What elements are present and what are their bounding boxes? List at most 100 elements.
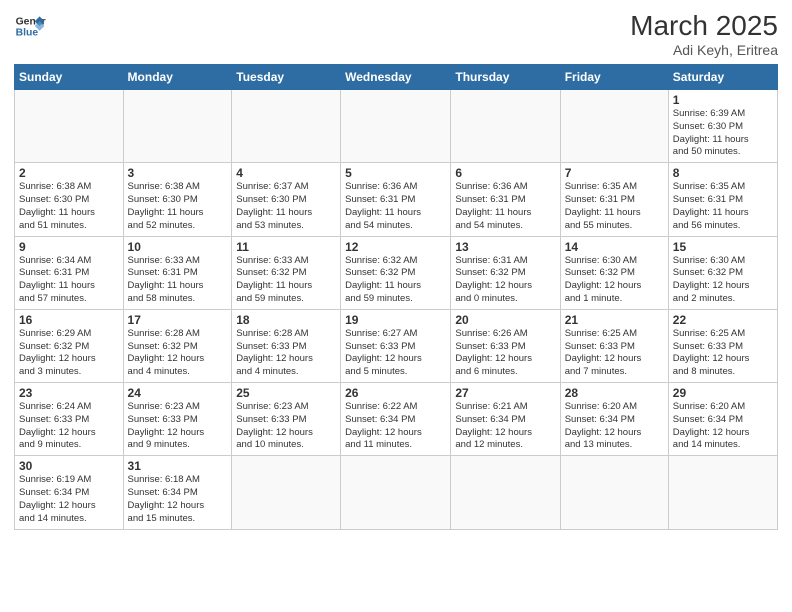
svg-text:Blue: Blue (16, 28, 39, 39)
day-info: Sunrise: 6:27 AM Sunset: 6:33 PM Dayligh… (345, 328, 446, 379)
calendar-week-row: 23Sunrise: 6:24 AM Sunset: 6:33 PM Dayli… (15, 383, 778, 456)
day-info: Sunrise: 6:23 AM Sunset: 6:33 PM Dayligh… (128, 401, 228, 452)
day-info: Sunrise: 6:36 AM Sunset: 6:31 PM Dayligh… (345, 181, 446, 232)
calendar-cell (232, 456, 341, 529)
calendar-cell: 1Sunrise: 6:39 AM Sunset: 6:30 PM Daylig… (668, 90, 777, 163)
day-number: 16 (19, 313, 119, 327)
calendar-cell: 19Sunrise: 6:27 AM Sunset: 6:33 PM Dayli… (341, 309, 451, 382)
calendar-cell: 28Sunrise: 6:20 AM Sunset: 6:34 PM Dayli… (560, 383, 668, 456)
day-info: Sunrise: 6:31 AM Sunset: 6:32 PM Dayligh… (455, 255, 555, 306)
day-info: Sunrise: 6:30 AM Sunset: 6:32 PM Dayligh… (565, 255, 664, 306)
day-info: Sunrise: 6:29 AM Sunset: 6:32 PM Dayligh… (19, 328, 119, 379)
calendar-cell: 7Sunrise: 6:35 AM Sunset: 6:31 PM Daylig… (560, 163, 668, 236)
calendar-cell: 25Sunrise: 6:23 AM Sunset: 6:33 PM Dayli… (232, 383, 341, 456)
day-number: 23 (19, 386, 119, 400)
day-info: Sunrise: 6:19 AM Sunset: 6:34 PM Dayligh… (19, 474, 119, 525)
calendar-cell: 31Sunrise: 6:18 AM Sunset: 6:34 PM Dayli… (123, 456, 232, 529)
logo-icon: General Blue (14, 10, 46, 42)
day-info: Sunrise: 6:38 AM Sunset: 6:30 PM Dayligh… (128, 181, 228, 232)
day-number: 29 (673, 386, 773, 400)
calendar-week-row: 2 Sunrise: 6:38 AM Sunset: 6:30 PM Daylig… (15, 163, 778, 236)
day-info: Sunrise: 6:20 AM Sunset: 6:34 PM Dayligh… (565, 401, 664, 452)
calendar-cell (341, 90, 451, 163)
calendar-cell: 23Sunrise: 6:24 AM Sunset: 6:33 PM Dayli… (15, 383, 124, 456)
calendar-cell (560, 456, 668, 529)
calendar-cell: 4Sunrise: 6:37 AM Sunset: 6:30 PM Daylig… (232, 163, 341, 236)
calendar-cell: 16Sunrise: 6:29 AM Sunset: 6:32 PM Dayli… (15, 309, 124, 382)
day-number: 15 (673, 240, 773, 254)
calendar-cell: 26Sunrise: 6:22 AM Sunset: 6:34 PM Dayli… (341, 383, 451, 456)
day-number: 10 (128, 240, 228, 254)
weekday-header-friday: Friday (560, 65, 668, 90)
day-info: Sunrise: 6:39 AM Sunset: 6:30 PM Dayligh… (673, 108, 773, 159)
calendar-cell: 27Sunrise: 6:21 AM Sunset: 6:34 PM Dayli… (451, 383, 560, 456)
day-info: Sunrise: 6:24 AM Sunset: 6:33 PM Dayligh… (19, 401, 119, 452)
calendar-cell (451, 90, 560, 163)
day-info: Sunrise: 6:26 AM Sunset: 6:33 PM Dayligh… (455, 328, 555, 379)
day-info: Sunrise: 6:30 AM Sunset: 6:32 PM Dayligh… (673, 255, 773, 306)
calendar-cell: 9Sunrise: 6:34 AM Sunset: 6:31 PM Daylig… (15, 236, 124, 309)
calendar-cell: 8Sunrise: 6:35 AM Sunset: 6:31 PM Daylig… (668, 163, 777, 236)
day-info: Sunrise: 6:32 AM Sunset: 6:32 PM Dayligh… (345, 255, 446, 306)
day-number: 2 (19, 166, 119, 180)
weekday-header-tuesday: Tuesday (232, 65, 341, 90)
day-info: Sunrise: 6:35 AM Sunset: 6:31 PM Dayligh… (565, 181, 664, 232)
day-number: 30 (19, 459, 119, 473)
day-info: Sunrise: 6:23 AM Sunset: 6:33 PM Dayligh… (236, 401, 336, 452)
calendar-cell: 24Sunrise: 6:23 AM Sunset: 6:33 PM Dayli… (123, 383, 232, 456)
calendar-week-row: 30Sunrise: 6:19 AM Sunset: 6:34 PM Dayli… (15, 456, 778, 529)
calendar-cell: 6Sunrise: 6:36 AM Sunset: 6:31 PM Daylig… (451, 163, 560, 236)
day-number: 13 (455, 240, 555, 254)
day-number: 26 (345, 386, 446, 400)
day-info: Sunrise: 6:28 AM Sunset: 6:33 PM Dayligh… (236, 328, 336, 379)
calendar-cell: 29Sunrise: 6:20 AM Sunset: 6:34 PM Dayli… (668, 383, 777, 456)
day-info: Sunrise: 6:37 AM Sunset: 6:30 PM Dayligh… (236, 181, 336, 232)
day-info: Sunrise: 6:25 AM Sunset: 6:33 PM Dayligh… (673, 328, 773, 379)
calendar-table: SundayMondayTuesdayWednesdayThursdayFrid… (14, 64, 778, 530)
day-number: 25 (236, 386, 336, 400)
weekday-header-wednesday: Wednesday (341, 65, 451, 90)
day-number: 5 (345, 166, 446, 180)
page: General Blue March 2025 Adi Keyh, Eritre… (0, 0, 792, 612)
calendar-cell: 17Sunrise: 6:28 AM Sunset: 6:32 PM Dayli… (123, 309, 232, 382)
day-info: Sunrise: 6:36 AM Sunset: 6:31 PM Dayligh… (455, 181, 555, 232)
calendar-cell: 20Sunrise: 6:26 AM Sunset: 6:33 PM Dayli… (451, 309, 560, 382)
day-number: 4 (236, 166, 336, 180)
day-number: 17 (128, 313, 228, 327)
day-number: 19 (345, 313, 446, 327)
title-block: March 2025 Adi Keyh, Eritrea (630, 10, 778, 58)
day-info: Sunrise: 6:18 AM Sunset: 6:34 PM Dayligh… (128, 474, 228, 525)
day-info: Sunrise: 6:22 AM Sunset: 6:34 PM Dayligh… (345, 401, 446, 452)
calendar-cell (451, 456, 560, 529)
calendar-cell: 18Sunrise: 6:28 AM Sunset: 6:33 PM Dayli… (232, 309, 341, 382)
calendar-cell: 21Sunrise: 6:25 AM Sunset: 6:33 PM Dayli… (560, 309, 668, 382)
day-info: Sunrise: 6:21 AM Sunset: 6:34 PM Dayligh… (455, 401, 555, 452)
weekday-header-saturday: Saturday (668, 65, 777, 90)
day-number: 3 (128, 166, 228, 180)
calendar-cell: 10Sunrise: 6:33 AM Sunset: 6:31 PM Dayli… (123, 236, 232, 309)
calendar-cell: 5Sunrise: 6:36 AM Sunset: 6:31 PM Daylig… (341, 163, 451, 236)
calendar-cell: 11Sunrise: 6:33 AM Sunset: 6:32 PM Dayli… (232, 236, 341, 309)
calendar-cell (668, 456, 777, 529)
calendar-cell: 13Sunrise: 6:31 AM Sunset: 6:32 PM Dayli… (451, 236, 560, 309)
day-info: Sunrise: 6:33 AM Sunset: 6:31 PM Dayligh… (128, 255, 228, 306)
calendar-cell: 22Sunrise: 6:25 AM Sunset: 6:33 PM Dayli… (668, 309, 777, 382)
day-number: 14 (565, 240, 664, 254)
day-number: 24 (128, 386, 228, 400)
calendar-cell (15, 90, 124, 163)
day-info: Sunrise: 6:25 AM Sunset: 6:33 PM Dayligh… (565, 328, 664, 379)
calendar-cell: 15Sunrise: 6:30 AM Sunset: 6:32 PM Dayli… (668, 236, 777, 309)
day-number: 31 (128, 459, 228, 473)
calendar-week-row: 9Sunrise: 6:34 AM Sunset: 6:31 PM Daylig… (15, 236, 778, 309)
day-number: 20 (455, 313, 555, 327)
weekday-header-row: SundayMondayTuesdayWednesdayThursdayFrid… (15, 65, 778, 90)
calendar-cell (341, 456, 451, 529)
day-number: 22 (673, 313, 773, 327)
day-info: Sunrise: 6:34 AM Sunset: 6:31 PM Dayligh… (19, 255, 119, 306)
calendar-cell: 12Sunrise: 6:32 AM Sunset: 6:32 PM Dayli… (341, 236, 451, 309)
calendar-cell: 30Sunrise: 6:19 AM Sunset: 6:34 PM Dayli… (15, 456, 124, 529)
day-number: 11 (236, 240, 336, 254)
day-info: Sunrise: 6:28 AM Sunset: 6:32 PM Dayligh… (128, 328, 228, 379)
weekday-header-sunday: Sunday (15, 65, 124, 90)
day-info: Sunrise: 6:35 AM Sunset: 6:31 PM Dayligh… (673, 181, 773, 232)
